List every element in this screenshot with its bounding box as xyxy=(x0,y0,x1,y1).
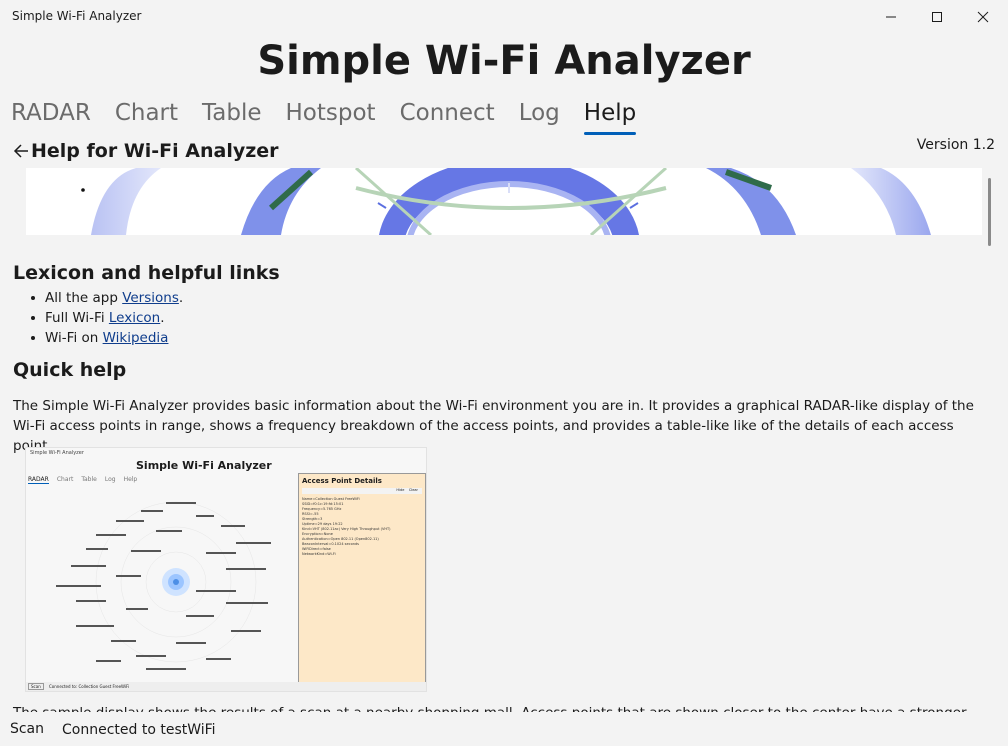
sample-access-point-panel: Access Point Details Hide Clear Name=Col… xyxy=(298,473,426,683)
version-label: Version 1.2 xyxy=(916,137,995,153)
lexicon-heading: Lexicon and helpful links xyxy=(13,262,280,284)
sample-panel-details: Name=Collection Guest FreeWiFi SSID=f0:1… xyxy=(299,497,425,557)
maximize-icon xyxy=(932,12,942,22)
scan-button[interactable]: Scan xyxy=(4,716,50,742)
back-button[interactable] xyxy=(12,141,30,161)
minimize-button[interactable] xyxy=(868,0,914,34)
sample-radar-graphic xyxy=(56,501,271,670)
app-heading: Simple Wi-Fi Analyzer xyxy=(257,38,751,84)
sample-panel-button: Clear xyxy=(408,488,418,492)
sample-tab: Help xyxy=(123,476,138,483)
tab-help[interactable]: Help xyxy=(583,96,637,135)
sample-status-text: Connected to: Collection Guest FreeWiFi xyxy=(49,684,130,689)
sample-tab: Table xyxy=(81,476,97,483)
minimize-icon xyxy=(886,16,896,18)
sample-scan-button: Scan xyxy=(28,683,44,690)
sample-tab: RADAR xyxy=(28,476,49,484)
scrollbar-thumb[interactable] xyxy=(988,178,991,246)
tab-bar: RADAR Chart Table Hotspot Connect Log He… xyxy=(11,96,660,136)
list-item: All the app Versions. xyxy=(28,288,183,308)
sample-tabs: RADAR Chart Table Log Help xyxy=(28,476,145,484)
sample-tab: Chart xyxy=(56,476,74,483)
tab-log[interactable]: Log xyxy=(519,96,560,132)
connection-status: Connected to testWiFi xyxy=(62,722,216,738)
link-suffix: . xyxy=(160,310,165,326)
link-prefix: All the app xyxy=(45,290,123,306)
tab-connect[interactable]: Connect xyxy=(400,96,495,132)
close-icon xyxy=(977,11,989,23)
sample-paragraph: The sample display shows the results of … xyxy=(13,703,988,712)
help-content: Lexicon and helpful links All the app Ve… xyxy=(0,250,1000,712)
versions-link[interactable]: Versions xyxy=(122,290,179,306)
link-prefix: Full Wi-Fi xyxy=(45,310,109,326)
status-bar: Scan Connected to testWiFi xyxy=(0,713,1008,746)
sample-panel-button: Hide xyxy=(396,488,405,492)
quick-help-heading: Quick help xyxy=(13,359,127,381)
help-title: Help for Wi-Fi Analyzer xyxy=(31,140,279,162)
link-prefix: Wi-Fi on xyxy=(45,330,103,346)
tab-table[interactable]: Table xyxy=(202,96,261,132)
back-arrow-icon xyxy=(13,144,28,158)
help-header: Help for Wi-Fi Analyzer xyxy=(12,138,279,164)
list-item: Full Wi-Fi Lexicon. xyxy=(28,308,183,328)
link-suffix: . xyxy=(178,290,184,306)
sample-screenshot-image: Simple Wi-Fi Analyzer Simple Wi-Fi Analy… xyxy=(25,447,427,692)
sample-panel-toolbar: Hide Clear xyxy=(302,488,422,494)
tab-chart[interactable]: Chart xyxy=(115,96,178,132)
window-title: Simple Wi-Fi Analyzer xyxy=(12,9,142,23)
close-button[interactable] xyxy=(960,0,1006,34)
sample-heading: Simple Wi-Fi Analyzer xyxy=(136,459,272,472)
sample-panel-title: Access Point Details xyxy=(302,477,382,485)
tab-radar[interactable]: RADAR xyxy=(11,96,91,132)
radar-banner-image xyxy=(26,168,982,235)
sample-window-title: Simple Wi-Fi Analyzer xyxy=(30,450,84,456)
sample-status-bar: Scan Connected to: Collection Guest Free… xyxy=(26,682,426,691)
sample-tab: Log xyxy=(104,476,116,483)
lexicon-link[interactable]: Lexicon xyxy=(109,310,160,326)
tab-hotspot[interactable]: Hotspot xyxy=(286,96,376,132)
detail-line: NetworkKind=Wi-Fi xyxy=(302,552,336,556)
maximize-button[interactable] xyxy=(914,0,960,34)
list-item: Wi-Fi on Wikipedia xyxy=(28,328,183,348)
wikipedia-link[interactable]: Wikipedia xyxy=(103,330,169,346)
title-bar: Simple Wi-Fi Analyzer xyxy=(0,0,1008,34)
links-list: All the app Versions. Full Wi-Fi Lexicon… xyxy=(28,288,183,348)
